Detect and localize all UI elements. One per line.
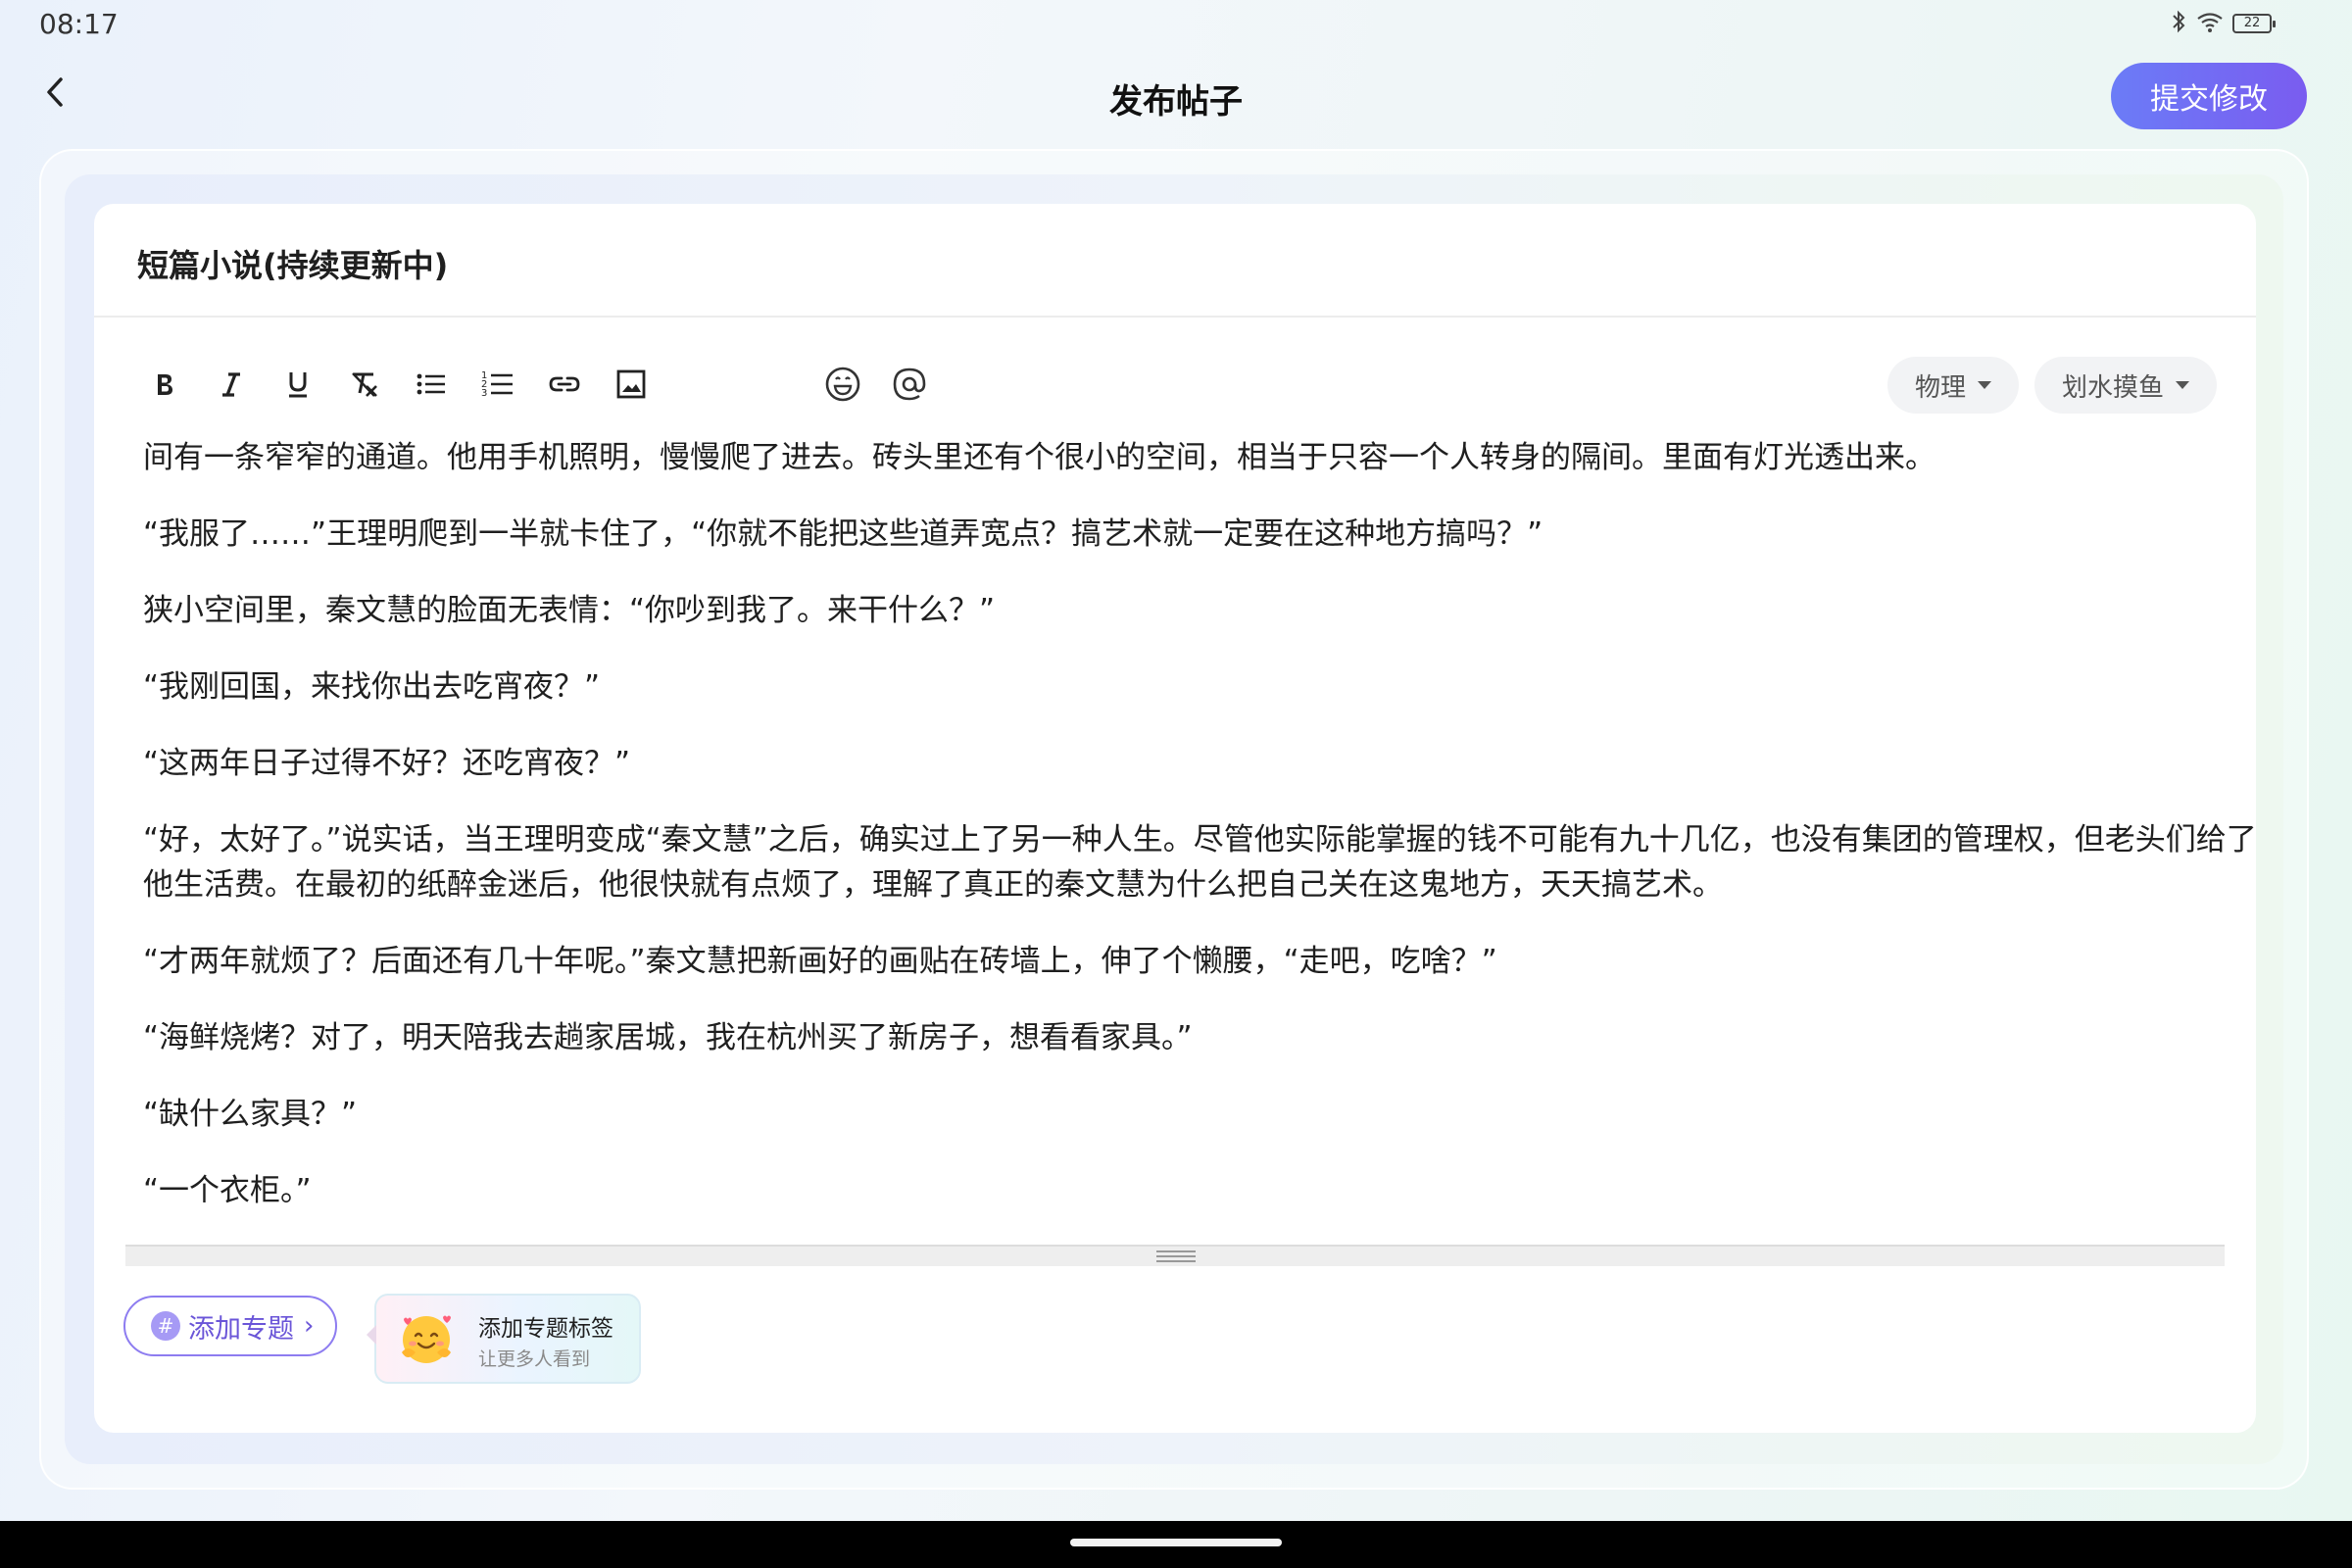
hash-icon: # [151, 1311, 180, 1341]
image-icon [615, 368, 647, 404]
submit-edit-button[interactable]: 提交修改 [2111, 63, 2307, 129]
topic-tip-bubble: 添加专题标签 让更多人看到 [367, 1294, 641, 1384]
title-divider [94, 316, 2256, 318]
editor-card: 短篇小说(持续更新中) 123 物理 划水摸鱼 间有一条窄窄的通道。他用手机照明… [94, 204, 2257, 1433]
underline-icon [283, 369, 313, 403]
paragraph: “一个衣柜。” [143, 1173, 312, 1208]
editor-resize-handle[interactable] [125, 1245, 2225, 1266]
paragraph: “我服了……”王理明爬到一半就卡住了，“你就不能把这些道弄宽点？搞艺术就一定要在… [143, 516, 1544, 552]
add-topic-label: 添加专题 [188, 1313, 294, 1345]
bluetooth-icon [2170, 10, 2187, 37]
image-button[interactable] [604, 359, 659, 414]
wifi-icon [2195, 10, 2225, 37]
system-navigation-bar [0, 1521, 2352, 1568]
bullet-list-button[interactable] [404, 359, 459, 414]
status-bar: 08:17 22 [0, 0, 2352, 49]
page-title: 发布帖子 [1109, 82, 1243, 122]
paragraph: “才两年就烦了？后面还有几十年呢。”秦文慧把新画好的画贴在砖墙上，伸了个懒腰，“… [143, 944, 1497, 979]
link-icon [548, 369, 581, 403]
tag-label: 划水摸鱼 [2061, 372, 2164, 403]
paragraph: “这两年日子过得不好？还吃宵夜？” [143, 746, 631, 781]
paragraph: 狭小空间里，秦文慧的脸面无表情：“你吵到我了。来干什么？” [143, 593, 996, 628]
dropdown-caret-icon [1977, 381, 1991, 389]
clear-format-icon [349, 369, 380, 403]
paragraph: “缺什么家具？” [143, 1097, 358, 1132]
post-title-input[interactable]: 短篇小说(持续更新中) [137, 241, 448, 286]
italic-icon [217, 369, 246, 403]
battery-level: 22 [2243, 16, 2261, 30]
link-button[interactable] [537, 359, 592, 414]
smiling-face-emoji-icon [394, 1309, 459, 1370]
home-indicator[interactable] [1070, 1539, 1282, 1546]
format-toolbar: 123 [137, 359, 949, 414]
dropdown-caret-icon [2176, 381, 2189, 389]
mention-icon [891, 366, 928, 407]
emoji-button[interactable] [815, 359, 870, 414]
paragraph: “我刚回国，来找你出去吃宵夜？” [143, 669, 601, 705]
bullet-list-icon [416, 369, 447, 403]
emoji-icon [824, 366, 861, 407]
tip-title: 添加专题标签 [478, 1316, 613, 1342]
chevron-right-icon: › [304, 1311, 315, 1341]
header: 发布帖子 提交修改 [0, 49, 2352, 143]
status-icons: 22 [2170, 10, 2276, 37]
bold-button[interactable] [137, 359, 192, 414]
add-topic-button[interactable]: # 添加专题 › [123, 1296, 337, 1356]
tag-slacking[interactable]: 划水摸鱼 [2034, 357, 2217, 414]
tag-label: 物理 [1914, 372, 1966, 403]
bold-icon [150, 369, 179, 403]
tip-subtitle: 让更多人看到 [478, 1348, 591, 1370]
paragraph: 间有一条窄窄的通道。他用手机照明，慢慢爬了进去。砖头里还有个很小的空间，相当于只… [143, 440, 1936, 475]
numbered-list-icon: 123 [481, 368, 514, 404]
status-time: 08:17 [39, 8, 119, 40]
italic-button[interactable] [204, 359, 259, 414]
category-tags: 物理 划水摸鱼 [1886, 357, 2217, 414]
clear-format-button[interactable] [337, 359, 392, 414]
numbered-list-button[interactable]: 123 [470, 359, 525, 414]
paragraph: “海鲜烧烤？对了，明天陪我去趟家居城，我在杭州买了新房子，想看看家具。” [143, 1020, 1193, 1055]
paragraph: “好，太好了。”说实话，当王理明变成“秦文慧”之后，确实过上了另一种人生。尽管他… [143, 822, 2257, 903]
underline-button[interactable] [270, 359, 325, 414]
svg-text:3: 3 [481, 388, 487, 399]
mention-button[interactable] [882, 359, 937, 414]
post-content-editor[interactable]: 间有一条窄窄的通道。他用手机照明，慢慢爬了进去。砖头里还有个很小的空间，相当于只… [143, 435, 2279, 1245]
resize-grip-icon [1156, 1250, 1196, 1262]
battery-icon: 22 [2232, 14, 2276, 33]
tag-physics[interactable]: 物理 [1886, 357, 2019, 414]
